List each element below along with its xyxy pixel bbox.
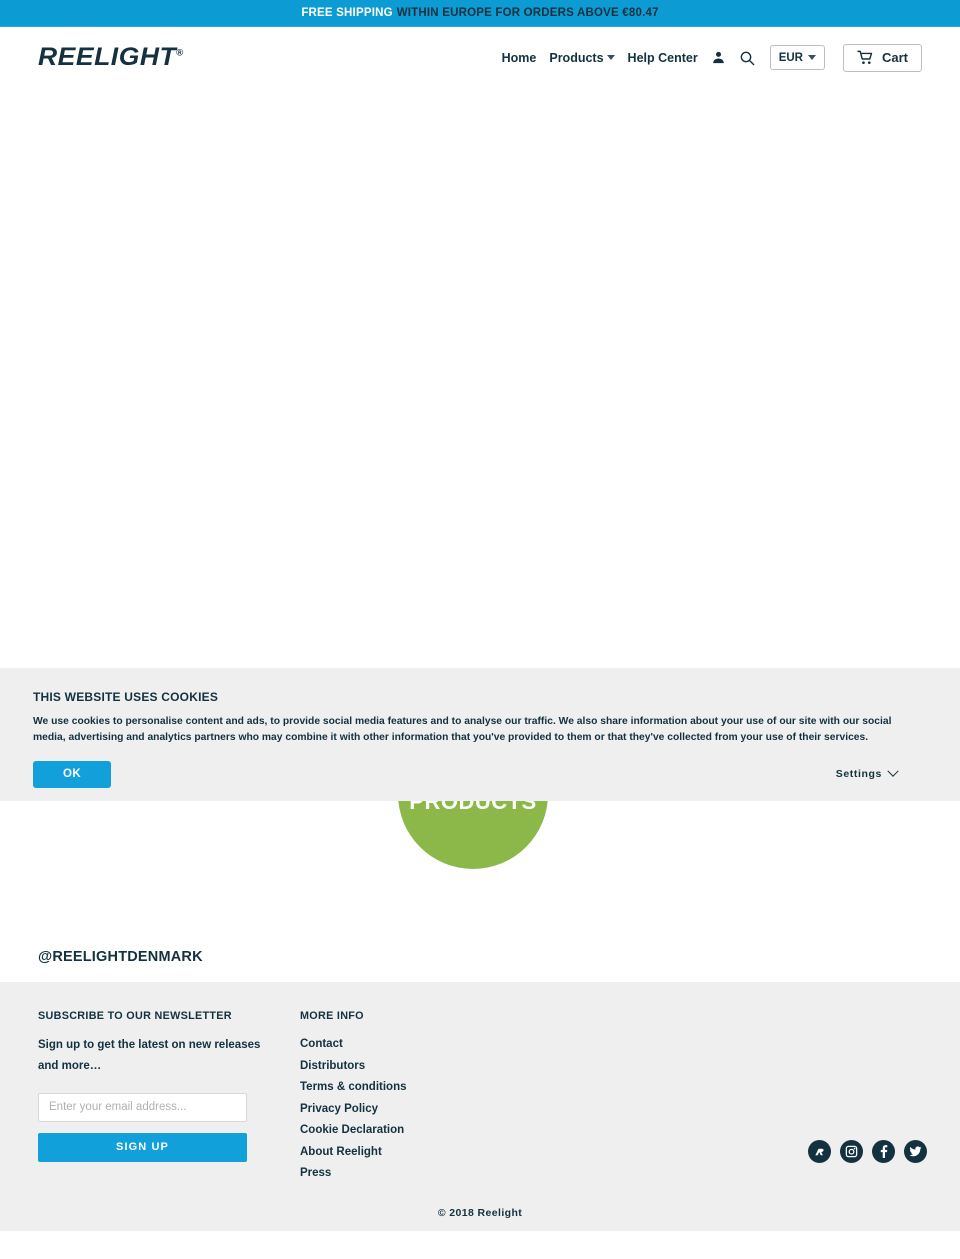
cookie-settings-toggle[interactable]: Settings <box>835 765 927 781</box>
footer-link-press[interactable]: Press <box>300 1163 407 1185</box>
more-info-column: MORE INFO Contact Distributors Terms & c… <box>300 1010 407 1185</box>
social-link-twitter[interactable] <box>904 1140 927 1163</box>
social-link-facebook[interactable] <box>872 1140 895 1163</box>
more-info-heading: MORE INFO <box>300 1010 364 1022</box>
chevron-down-icon <box>807 55 816 60</box>
person-icon <box>712 51 724 64</box>
twitter-icon <box>909 1146 922 1157</box>
newsletter-heading: SUBSCRIBE TO OUR NEWSLETTER <box>38 1010 232 1022</box>
site-footer: SUBSCRIBE TO OUR NEWSLETTER Sign up to g… <box>0 982 960 1231</box>
footer-link-terms[interactable]: Terms & conditions <box>300 1077 407 1099</box>
account-button[interactable] <box>711 50 726 65</box>
promo-rest: WITHIN EUROPE FOR ORDERS ABOVE €80.47 <box>396 7 659 19</box>
instagram-handle: @REELIGHTDENMARK <box>38 949 203 965</box>
nav-item-products-label: Products <box>549 50 604 65</box>
site-logo[interactable]: REELIGHT® <box>38 45 184 70</box>
reelight-logo-icon <box>814 1148 824 1155</box>
cart-button-label: Cart <box>881 50 908 65</box>
currency-selector-value: EUR <box>778 51 803 64</box>
main-content-area: PRODUCTS THIS WEBSITE USES COOKIES We us… <box>0 88 960 932</box>
social-links <box>808 1140 927 1163</box>
nav-item-products[interactable]: Products <box>549 50 615 65</box>
cart-button[interactable]: Cart <box>842 43 922 72</box>
copyright-bar: © 2018 Reelight <box>0 1195 960 1231</box>
footer-columns: SUBSCRIBE TO OUR NEWSLETTER Sign up to g… <box>38 1010 922 1185</box>
newsletter-column: SUBSCRIBE TO OUR NEWSLETTER Sign up to g… <box>38 1010 264 1185</box>
social-link-reelight[interactable] <box>808 1140 831 1163</box>
promo-banner-text: FREE SHIPPING WITHIN EUROPE FOR ORDERS AB… <box>301 7 658 19</box>
promo-highlight: FREE SHIPPING <box>301 7 393 19</box>
cookie-accept-button[interactable]: OK <box>33 760 111 788</box>
facebook-icon <box>880 1145 888 1158</box>
site-logo-text: REELIGHT <box>38 43 177 71</box>
instagram-icon <box>845 1145 858 1158</box>
cookie-banner-title: THIS WEBSITE USES COOKIES <box>33 690 219 704</box>
currency-selector[interactable]: EUR <box>769 45 825 70</box>
newsletter-signup-button[interactable]: SIGN UP <box>38 1132 247 1162</box>
registered-trademark-icon: ® <box>176 47 184 58</box>
social-link-instagram[interactable] <box>840 1140 863 1163</box>
footer-link-distributors[interactable]: Distributors <box>300 1056 407 1078</box>
cookie-banner-body: We use cookies to personalise content an… <box>33 716 892 744</box>
footer-link-contact[interactable]: Contact <box>300 1034 407 1056</box>
shopping-cart-icon <box>857 50 873 65</box>
instagram-handle-section: @REELIGHTDENMARK <box>0 932 960 982</box>
search-icon <box>740 51 755 65</box>
chevron-down-icon <box>606 55 615 60</box>
search-button[interactable] <box>739 50 755 66</box>
chevron-down-icon <box>887 765 899 777</box>
cookie-consent-banner: THIS WEBSITE USES COOKIES We use cookies… <box>0 668 960 801</box>
footer-link-privacy-policy[interactable]: Privacy Policy <box>300 1099 407 1121</box>
copyright-text: © 2018 Reelight <box>437 1207 523 1219</box>
nav-item-help-center[interactable]: Help Center <box>628 51 698 65</box>
nav-item-home[interactable]: Home <box>502 51 537 65</box>
newsletter-email-input[interactable] <box>38 1092 247 1122</box>
promo-banner: FREE SHIPPING WITHIN EUROPE FOR ORDERS AB… <box>0 0 960 27</box>
newsletter-subtext: Sign up to get the latest on new release… <box>38 1039 261 1073</box>
cookie-settings-label: Settings <box>835 768 882 781</box>
footer-link-about-reelight[interactable]: About Reelight <box>300 1142 407 1164</box>
cookie-banner-actions: OK Settings <box>33 760 927 788</box>
site-header: REELIGHT® Home Products Help Center EUR <box>0 27 960 88</box>
main-navigation: Home Products Help Center EUR Cart <box>502 43 922 72</box>
footer-link-cookie-declaration[interactable]: Cookie Declaration <box>300 1120 407 1142</box>
